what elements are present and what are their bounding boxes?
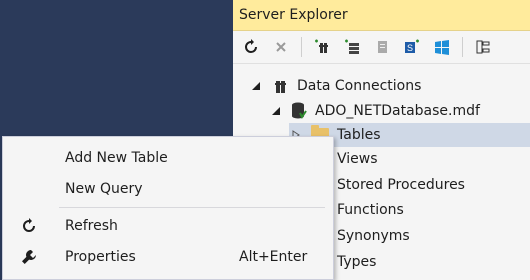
tree-node-label: Views <box>337 151 378 167</box>
connect-to-sharepoint-icon[interactable] <box>372 37 392 57</box>
tree-node-label: Stored Procedures <box>337 177 465 193</box>
menu-separator <box>59 207 325 208</box>
database-icon <box>291 102 307 120</box>
tree-node-data-connections[interactable]: Data Connections <box>249 74 421 98</box>
tree-node-label: ADO_NETDatabase.mdf <box>315 103 480 119</box>
toolbar-separator <box>462 37 463 57</box>
tree-node-label: Synonyms <box>337 228 410 244</box>
menu-item-shortcut: Alt+Enter <box>239 249 308 265</box>
expand-arrow-icon[interactable] <box>249 79 263 93</box>
connect-to-database-icon[interactable] <box>312 37 332 57</box>
tree-node-database[interactable]: ADO_NETDatabase.mdf <box>269 99 480 123</box>
toolbar-separator <box>301 37 302 57</box>
menu-item-label: Refresh <box>65 218 118 234</box>
refresh-icon[interactable] <box>241 37 261 57</box>
data-connections-icon <box>271 78 289 94</box>
refresh-icon <box>21 218 37 234</box>
windows-azure-icon[interactable] <box>432 37 452 57</box>
wrench-icon <box>21 249 37 265</box>
tree-node-label: Functions <box>337 202 404 218</box>
tree-node-label: Types <box>337 254 377 270</box>
tree-node-label: Tables <box>337 127 381 143</box>
panel-title-bar[interactable]: Server Explorer <box>233 0 530 31</box>
context-menu: Add New Table New Query Refresh Properti… <box>2 136 334 280</box>
menu-item-properties[interactable]: Properties Alt+Enter <box>3 242 333 272</box>
filter-icon[interactable] <box>473 37 493 57</box>
connect-to-server-icon[interactable] <box>342 37 362 57</box>
expand-arrow-icon[interactable] <box>269 104 283 118</box>
server-explorer-toolbar: S <box>233 31 530 64</box>
panel-title: Server Explorer <box>239 7 348 23</box>
tree-node-stored-procedures[interactable]: Stored Procedures <box>311 173 465 197</box>
menu-item-new-query[interactable]: New Query <box>3 174 333 204</box>
menu-item-label: Properties <box>65 249 136 265</box>
connect-to-azure-icon[interactable]: S <box>402 37 422 57</box>
menu-item-label: New Query <box>65 181 143 197</box>
stop-icon[interactable] <box>271 37 291 57</box>
svg-text:S: S <box>407 43 413 53</box>
menu-item-add-new-table[interactable]: Add New Table <box>3 143 333 173</box>
menu-item-label: Add New Table <box>65 150 168 166</box>
menu-item-refresh[interactable]: Refresh <box>3 211 333 241</box>
tree-node-label: Data Connections <box>297 78 422 94</box>
